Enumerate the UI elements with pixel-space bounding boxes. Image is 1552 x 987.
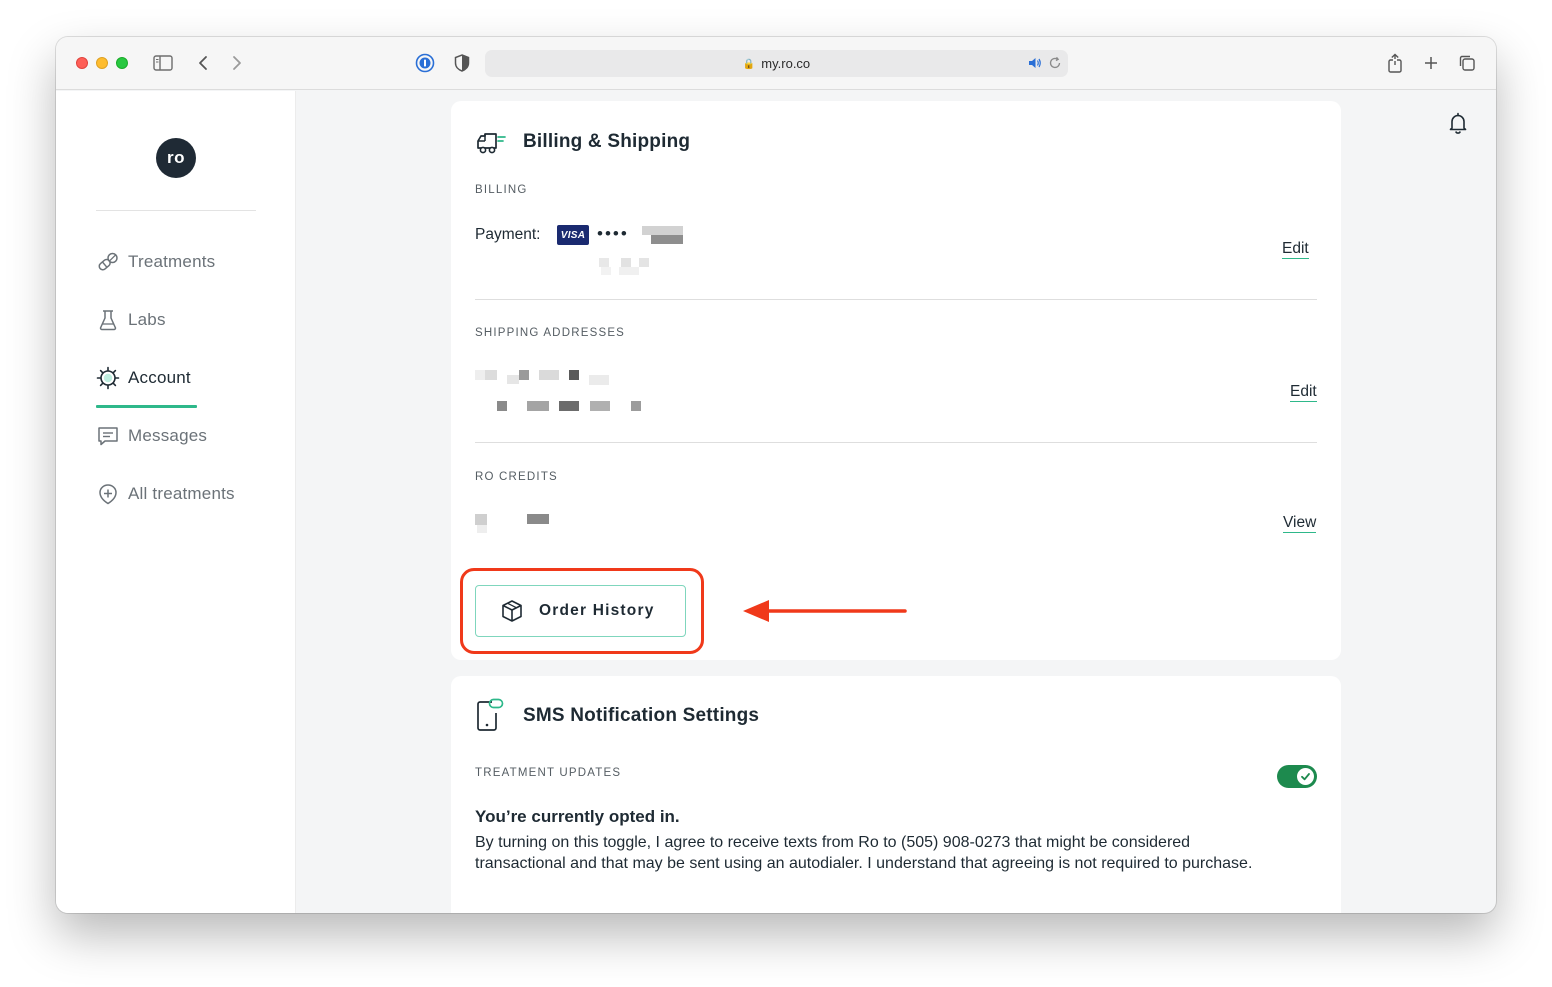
new-tab-icon[interactable] — [1420, 52, 1442, 74]
row-divider — [475, 299, 1317, 300]
order-history-label: Order History — [539, 602, 655, 619]
redacted-block — [559, 401, 579, 411]
share-icon[interactable] — [1384, 52, 1406, 74]
redacted-block — [497, 401, 507, 411]
gear-icon — [96, 366, 120, 390]
redacted-block — [642, 226, 683, 235]
row-divider — [475, 442, 1317, 443]
card-title: SMS Notification Settings — [523, 705, 760, 726]
opted-in-body: By turning on this toggle, I agree to re… — [475, 834, 1253, 872]
sidebar-item-label: Account — [128, 368, 191, 387]
forward-icon[interactable] — [226, 52, 248, 74]
reload-icon[interactable] — [1048, 56, 1062, 70]
card-title: Billing & Shipping — [523, 131, 691, 152]
checkmark-icon — [1301, 773, 1310, 781]
sidebar-item-labs[interactable]: Labs — [96, 307, 166, 333]
sms-settings-card: SMS Notification Settings TREATMENT UPDA… — [451, 676, 1341, 913]
redacted-block — [589, 375, 609, 385]
phone-notification-icon — [475, 698, 507, 731]
privacy-shield-icon[interactable] — [451, 52, 473, 74]
redacted-block — [599, 258, 609, 267]
redacted-block — [475, 370, 485, 380]
lock-icon: 🔒 — [742, 59, 756, 70]
redacted-block — [507, 375, 519, 384]
order-history-button[interactable]: Order History — [475, 585, 686, 637]
tab-overview-icon[interactable] — [1456, 52, 1478, 74]
sidebar-item-label: Labs — [128, 310, 166, 329]
sidebar-item-label: Treatments — [128, 252, 216, 271]
audio-playing-icon[interactable] — [1028, 56, 1042, 70]
redacted-block — [590, 401, 610, 411]
billing-shipping-card: Billing & Shipping BILLING Payment: VISA… — [451, 101, 1341, 660]
sidebar-toggle-icon[interactable] — [152, 52, 174, 74]
zoom-window-button[interactable] — [116, 57, 128, 69]
redacted-block — [621, 258, 631, 267]
delivery-truck-icon — [475, 125, 507, 157]
pill-icon — [96, 250, 120, 274]
redacted-block — [631, 401, 641, 411]
redacted-block — [651, 235, 683, 244]
ro-logo[interactable]: ro — [156, 138, 196, 178]
redacted-block — [475, 514, 487, 525]
redacted-block — [639, 258, 649, 267]
address-bar[interactable]: 🔒 my.ro.co — [485, 50, 1068, 77]
redacted-block — [519, 370, 529, 380]
billing-section-label: BILLING — [475, 184, 528, 196]
message-icon — [96, 424, 120, 448]
billing-edit-link[interactable]: Edit — [1282, 240, 1309, 259]
credits-section-label: RO CREDITS — [475, 471, 558, 483]
browser-toolbar: 🔒 my.ro.co — [56, 37, 1496, 90]
sidebar-item-messages[interactable]: Messages — [96, 423, 207, 449]
sidebar-item-treatments[interactable]: Treatments — [96, 249, 215, 275]
browser-window: 🔒 my.ro.co ro Treatments Labs Account Me… — [56, 37, 1496, 913]
sidebar-item-account[interactable]: Account — [96, 365, 191, 391]
sidebar: ro Treatments Labs Account Messages All … — [56, 91, 296, 913]
redacted-block — [527, 401, 549, 411]
redacted-block — [601, 267, 611, 275]
package-icon — [499, 598, 525, 624]
redacted-block — [485, 370, 497, 380]
treatment-updates-label: TREATMENT UPDATES — [475, 767, 622, 779]
redacted-block — [527, 514, 549, 524]
shipping-section-label: SHIPPING ADDRESSES — [475, 327, 626, 339]
bell-icon[interactable] — [1446, 111, 1470, 135]
active-nav-underline — [96, 405, 197, 408]
close-window-button[interactable] — [76, 57, 88, 69]
redacted-block — [539, 370, 559, 380]
redacted-block — [569, 370, 579, 380]
sidebar-item-all-treatments[interactable]: All treatments — [96, 481, 235, 507]
masked-card-number: •••• — [597, 224, 629, 243]
visa-card-icon: VISA — [557, 225, 589, 245]
treatment-updates-toggle[interactable] — [1277, 765, 1317, 788]
sidebar-item-label: Messages — [128, 426, 208, 445]
annotation-arrow-icon — [743, 600, 907, 622]
sidebar-item-label: All treatments — [128, 484, 235, 503]
url-text: my.ro.co — [761, 56, 811, 71]
toggle-knob — [1297, 768, 1314, 785]
redacted-block — [477, 525, 487, 533]
credits-view-link[interactable]: View — [1283, 514, 1317, 533]
back-icon[interactable] — [192, 52, 214, 74]
minimize-window-button[interactable] — [96, 57, 108, 69]
sidebar-divider — [96, 210, 256, 211]
payment-label: Payment: — [475, 226, 541, 243]
flask-icon — [96, 308, 120, 332]
password-manager-icon[interactable] — [414, 52, 436, 74]
redacted-block — [619, 267, 639, 275]
opted-in-heading: You’re currently opted in. — [475, 807, 680, 826]
shipping-edit-link[interactable]: Edit — [1290, 383, 1317, 402]
shield-plus-icon — [96, 482, 120, 506]
